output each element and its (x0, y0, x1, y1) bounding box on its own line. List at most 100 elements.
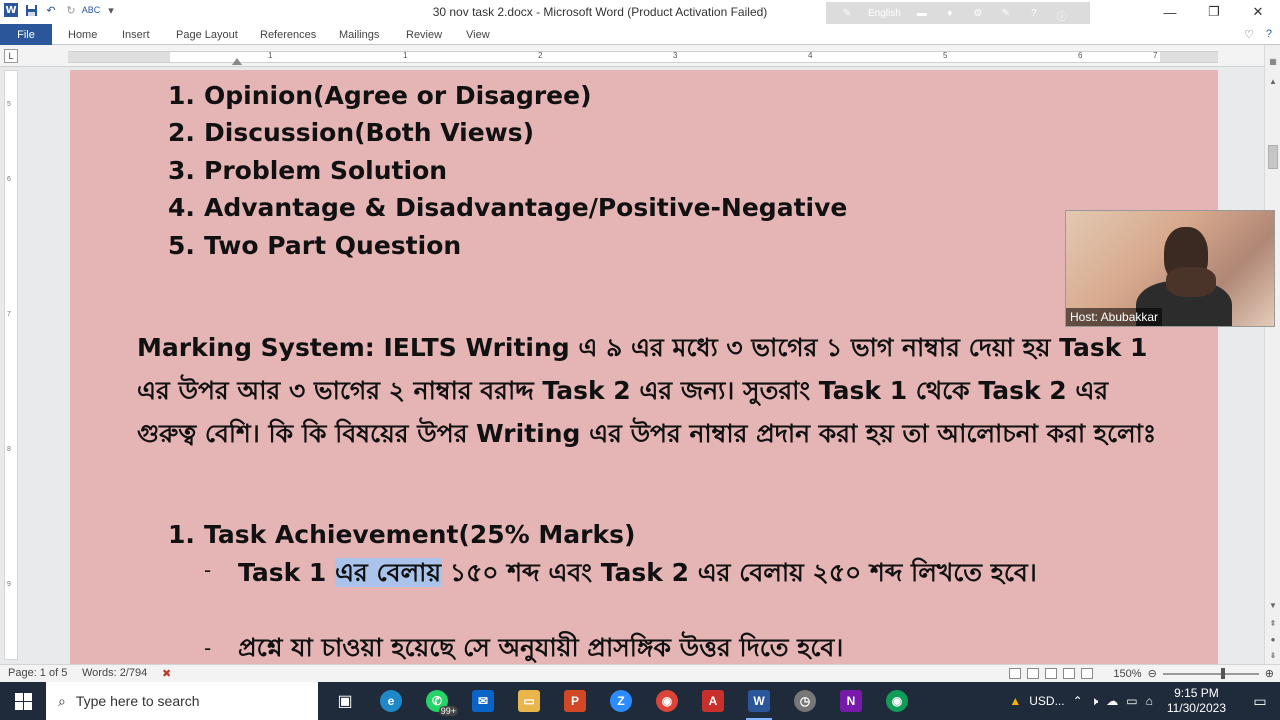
tab-references[interactable]: References (260, 24, 316, 45)
zoom-icon[interactable]: Z (598, 682, 644, 720)
selected-text[interactable]: এর বেলায় (335, 558, 442, 587)
minus-icon[interactable]: ▬ (915, 8, 929, 19)
document-page[interactable]: 1. Opinion(Agree or Disagree) 2. Discuss… (70, 70, 1218, 666)
save-icon[interactable] (24, 3, 38, 17)
list-text: Task Achievement(25% Marks) (204, 520, 636, 549)
customize-toolbar-icon[interactable]: ▾ (104, 3, 118, 17)
info-icon[interactable]: ⓘ (1055, 8, 1069, 23)
ruler-number: 3 (673, 51, 678, 60)
tab-view[interactable]: View (466, 24, 490, 45)
bullet-text-before: Task 1 (238, 558, 336, 587)
task-view-icon[interactable]: ▣ (322, 682, 368, 720)
whatsapp-icon[interactable]: ✆ 99+ (414, 682, 460, 720)
ruler-area: L 1 1 2 3 4 5 6 7 (0, 45, 1264, 67)
clock-time: 9:15 PM (1174, 686, 1219, 700)
list-number: 5. (168, 231, 195, 260)
keyboard-icon[interactable]: ✎ (840, 8, 854, 19)
zoom-level[interactable]: 150% (1113, 668, 1141, 680)
vertical-ruler[interactable]: 5 6 7 8 9 (4, 70, 18, 660)
indent-marker[interactable] (232, 57, 242, 65)
settings-icon[interactable]: ⚙ (971, 8, 985, 19)
onedrive-icon[interactable]: ☁ (1106, 694, 1118, 708)
host-video-thumbnail[interactable]: Host: Abubakkar (1065, 210, 1275, 327)
bullet-dash: - (204, 636, 212, 660)
scroll-thumb[interactable] (1268, 145, 1278, 169)
horizontal-ruler[interactable]: 1 1 2 3 4 5 6 7 (68, 51, 1218, 65)
list-text: Opinion(Agree or Disagree) (204, 81, 592, 110)
chrome-icon[interactable]: ◉ (874, 682, 920, 720)
restore-button[interactable]: ❐ (1192, 0, 1236, 24)
proofing-icon[interactable]: ✖ (162, 667, 171, 680)
search-icon: ⌕ (58, 692, 66, 709)
print-layout-icon[interactable] (1009, 668, 1022, 679)
tab-insert[interactable]: Insert (122, 24, 150, 45)
clock[interactable]: 9:15 PM 11/30/2023 (1161, 686, 1232, 716)
zoom-out-icon[interactable]: ⊖ (1148, 667, 1157, 680)
ruler-number: 6 (1078, 51, 1083, 60)
spelling-icon[interactable]: ABC (82, 3, 101, 17)
notification-icon[interactable]: ▭ (1240, 682, 1280, 720)
zoom-slider[interactable] (1162, 667, 1259, 679)
tab-home[interactable]: Home (68, 24, 97, 45)
ruler-toggle-icon[interactable]: ▦ (1267, 55, 1279, 67)
draft-icon[interactable] (1081, 668, 1094, 679)
undo-icon[interactable]: ↶ (44, 3, 58, 17)
language-label[interactable]: English (868, 8, 901, 19)
help-icon[interactable]: ? (1266, 28, 1272, 41)
bullet-dash: - (204, 558, 212, 582)
currency-label[interactable]: USD... (1029, 694, 1064, 708)
tab-page-layout[interactable]: Page Layout (176, 24, 238, 45)
word-icon[interactable]: W (736, 682, 782, 720)
windows-icon (14, 692, 32, 710)
file-explorer-icon[interactable]: ▭ (506, 682, 552, 720)
ruler-number: 1 (403, 51, 408, 60)
close-button[interactable]: ✕ (1236, 0, 1280, 24)
language-bar: ✎ English ▬ ♦ ⚙ ✎ ? ⓘ (826, 2, 1090, 24)
ribbon-collapse-icon[interactable]: ♡ (1244, 28, 1254, 41)
pen-icon[interactable]: ✎ (999, 8, 1013, 19)
next-page-icon[interactable]: ⇟ (1267, 649, 1279, 661)
ruler-number: 4 (808, 51, 813, 60)
word-count[interactable]: Words: 2/794 (82, 667, 147, 679)
web-layout-icon[interactable] (1045, 668, 1058, 679)
ruler-number: 5 (943, 51, 948, 60)
start-button[interactable] (0, 682, 46, 720)
previous-page-icon[interactable]: ⇞ (1267, 617, 1279, 629)
minimize-button[interactable]: — (1148, 0, 1192, 24)
vertical-scrollbar[interactable]: ▦ ▲ ▼ ⇞ ● ⇟ (1264, 45, 1280, 665)
outline-icon[interactable] (1063, 668, 1076, 679)
edge-icon[interactable]: e (368, 682, 414, 720)
full-screen-reading-icon[interactable] (1027, 668, 1040, 679)
acrobat-icon[interactable]: A (690, 682, 736, 720)
list-number: 1. (168, 520, 195, 549)
battery-icon[interactable]: ▭ (1126, 694, 1137, 708)
volume-icon[interactable]: 🕨 (1091, 694, 1099, 709)
select-browse-icon[interactable]: ● (1267, 633, 1279, 645)
bottle-icon[interactable]: ♦ (943, 8, 957, 19)
chrome-icon[interactable]: ◉ (644, 682, 690, 720)
taskbar-search[interactable]: ⌕ Type here to search (46, 682, 318, 720)
mail-icon[interactable]: ✉ (460, 682, 506, 720)
tab-selector-icon[interactable]: L (4, 49, 18, 63)
redo-icon[interactable]: ↻ (64, 3, 78, 17)
page-count[interactable]: Page: 1 of 5 (8, 667, 67, 679)
list-number: 4. (168, 193, 195, 222)
tab-mailings[interactable]: Mailings (339, 24, 379, 45)
help-icon[interactable]: ? (1027, 8, 1041, 19)
tab-file[interactable]: File (0, 24, 52, 45)
scroll-up-icon[interactable]: ▲ (1267, 75, 1279, 87)
powerpoint-icon[interactable]: P (552, 682, 598, 720)
chevron-up-icon[interactable]: ⌃ (1073, 694, 1083, 708)
network-icon[interactable]: ⌂ (1146, 694, 1153, 708)
bullet-item: প্রশ্নে যা চাওয়া হয়েছে সে অনুযায়ী প্র… (238, 633, 844, 662)
list-text: Two Part Question (204, 231, 462, 260)
word-logo-icon[interactable]: W (4, 3, 18, 17)
scroll-down-icon[interactable]: ▼ (1267, 599, 1279, 611)
tab-review[interactable]: Review (406, 24, 442, 45)
onenote-icon[interactable]: N (828, 682, 874, 720)
currency-icon[interactable]: ▲ (1009, 694, 1021, 708)
clock-app-icon[interactable]: ◷ (782, 682, 828, 720)
ruler-number: 2 (538, 51, 543, 60)
zoom-in-icon[interactable]: ⊕ (1265, 667, 1274, 680)
search-placeholder: Type here to search (75, 693, 200, 709)
